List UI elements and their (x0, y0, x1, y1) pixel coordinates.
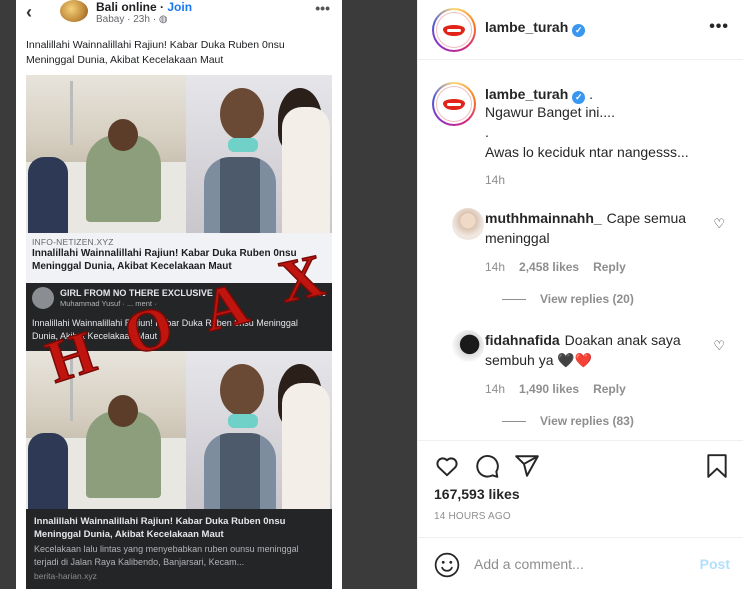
bookmark-save-icon[interactable] (704, 453, 730, 479)
news-photo-repost (26, 351, 332, 509)
divider (502, 298, 526, 300)
caption-suffix: . (589, 86, 594, 102)
shared-post-text: Innalillahi Wainnalillahi Rajiun! Kabar … (32, 318, 298, 341)
comment-username[interactable]: muthhmainnahh_ (485, 210, 602, 226)
news-photo (26, 75, 332, 233)
author-avatar[interactable] (432, 8, 476, 52)
like-comment-heart-icon[interactable]: ♡ (713, 216, 725, 232)
comment-meta: 14h 2,458 likes Reply (485, 260, 626, 274)
emoji-icon[interactable] (434, 552, 460, 578)
back-arrow-icon: ‹ (26, 2, 32, 22)
card-description: Kecelakaan lalu lintas yang menyebabkan … (34, 544, 299, 567)
commenter-avatar[interactable] (452, 330, 484, 362)
link-title: Innalillahi Wainnalillahi Rajiun! Kabar … (32, 248, 297, 272)
comment-likes[interactable]: 2,458 likes (519, 260, 579, 274)
instagram-panel: lambe_turah ✓ ••• lambe_turah ✓ . Ngawur B… (417, 0, 743, 589)
caption-time[interactable]: 14h (485, 173, 505, 187)
more-options-icon[interactable]: ••• (709, 18, 729, 36)
shared-page-avatar (32, 287, 54, 309)
fb-post-meta-text: Babay · 23h · (96, 14, 159, 25)
caption-username-text[interactable]: lambe_turah (485, 86, 568, 102)
card-source: berita-harian.xyz (34, 571, 97, 581)
globe-icon: ◍ (158, 14, 168, 25)
action-bar (418, 440, 743, 488)
shared-page-name: GIRL FROM NO THERE EXCLUSIVE (60, 288, 213, 298)
more-icon: ••• (313, 287, 326, 301)
comment-input[interactable] (474, 556, 684, 572)
comment-composer: Post (418, 537, 743, 589)
commenter-avatar[interactable] (452, 208, 484, 240)
fb-post-header: ‹ Bali online · Join Babay · 23h · ◍ ••• (16, 0, 342, 30)
author-username[interactable]: lambe_turah ✓ (485, 19, 586, 37)
comment-text: fidahnafida Doakan anak saya sembuh ya 🖤❤… (485, 330, 705, 370)
reply-button[interactable]: Reply (593, 382, 626, 396)
comment-meta: 14h 1,490 likes Reply (485, 382, 626, 396)
view-replies-label[interactable]: View replies (83) (540, 414, 634, 428)
verified-badge-icon: ✓ (572, 24, 586, 37)
shared-post: GIRL FROM NO THERE EXCLUSIVE Muhammad Yu… (26, 283, 332, 351)
like-count[interactable]: 167,593 likes (434, 486, 520, 502)
comment-username[interactable]: fidahnafida (485, 332, 560, 348)
post-media[interactable]: ‹ Bali online · Join Babay · 23h · ◍ •••… (0, 0, 417, 589)
reply-button[interactable]: Reply (593, 260, 626, 274)
divider (502, 420, 526, 422)
fb-page-avatar (60, 0, 88, 22)
caption-text: Ngawur Banget ini.... . Awas lo keciduk … (485, 102, 730, 162)
share-send-icon[interactable] (514, 453, 540, 479)
view-replies-button[interactable]: View replies (83) (502, 414, 634, 428)
fb-page-name-text: Bali online (96, 0, 157, 14)
author-username-text[interactable]: lambe_turah (485, 19, 568, 35)
dark-link-card: Innalillahi Wainnalillahi Rajiun! Kabar … (26, 509, 332, 589)
caption-line: Awas lo keciduk ntar nangesss... (485, 144, 689, 160)
fb-link-card: INFO-NETIZEN.XYZ Innalillahi Wainnalilla… (26, 233, 332, 283)
like-comment-heart-icon[interactable]: ♡ (713, 338, 725, 354)
comment-time[interactable]: 14h (485, 382, 505, 396)
comment-likes[interactable]: 1,490 likes (519, 382, 579, 396)
caption-line: . (485, 124, 489, 140)
like-heart-icon[interactable] (434, 453, 460, 479)
fb-post-meta: Babay · 23h · ◍ (96, 14, 168, 25)
post-header: lambe_turah ✓ ••• (418, 0, 743, 60)
more-icon: ••• (315, 0, 330, 16)
post-comment-button[interactable]: Post (700, 556, 730, 572)
fb-join-link: Join (167, 0, 193, 14)
post-timestamp[interactable]: 14 HOURS AGO (434, 511, 511, 522)
comment-bubble-icon[interactable] (474, 453, 500, 479)
caption-avatar[interactable] (432, 82, 476, 126)
caption-line: Ngawur Banget ini.... (485, 104, 615, 120)
comment-time[interactable]: 14h (485, 260, 505, 274)
screenshot-facebook-post: ‹ Bali online · Join Babay · 23h · ◍ •••… (16, 0, 342, 589)
shared-author: Muhammad Yusuf · ... ment · (60, 299, 157, 308)
link-source: INFO-NETIZEN.XYZ (32, 237, 114, 247)
card-title: Innalillahi Wainnalillahi Rajiun! Kabar … (34, 516, 286, 540)
comment-text: muthhmainnahh_ Cape semua meninggal (485, 208, 705, 248)
view-replies-button[interactable]: View replies (20) (502, 292, 634, 306)
view-replies-label[interactable]: View replies (20) (540, 292, 634, 306)
fb-page-name: Bali online · Join (96, 0, 193, 14)
